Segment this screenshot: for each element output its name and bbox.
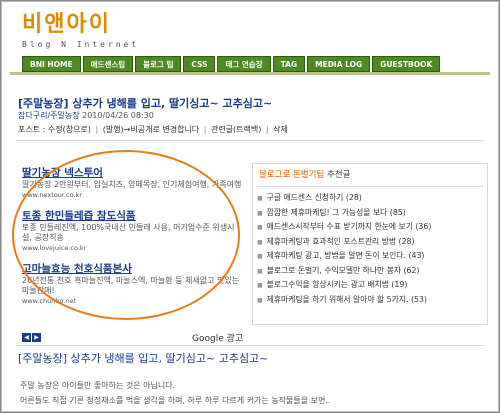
blog-header: 비앤아이 Blog N Internet: [22, 6, 139, 49]
nav-css[interactable]: CSS: [183, 56, 216, 72]
ad-item[interactable]: 딸기농장 넥스투어 딸기농장 2만원부터, 입실치즈, 양떼목장, 인기체험여행…: [22, 165, 242, 199]
separator: |: [265, 125, 269, 134]
list-item[interactable]: ■ 제휴마케팅 광고, 방법을 알면 돈이 보인다. (43): [257, 249, 483, 264]
bullet-icon: ■: [257, 296, 263, 304]
ad-pager: ◀ ▶: [22, 333, 41, 342]
recommended-title-suffix: 추천글: [326, 170, 351, 180]
recommended-title: 블로그로 돈벌기팁 추천글: [259, 168, 483, 180]
list-item[interactable]: ■ 블로그수익을 향상시키는 광고 배치법 (19): [257, 278, 483, 293]
main-nav: BNI HOME 애드센스팁 블로그 팁 CSS 태그 연습장 TAG MEDI…: [22, 56, 441, 72]
nav-tag-practice[interactable]: 태그 연습장: [217, 56, 271, 72]
separator: |: [203, 125, 207, 134]
google-ads: 딸기농장 넥스투어 딸기농장 2만원부터, 입실치즈, 양떼목장, 인기체험여행…: [22, 165, 242, 314]
bullet-icon: ■: [257, 253, 263, 260]
divider: [257, 186, 483, 187]
post-operations: 포스트 : 수정(창으로) | (발행)→비공개로 변경합니다 | 관련글(트랙…: [18, 124, 288, 135]
blog-logo[interactable]: 비앤아이: [22, 6, 139, 38]
post-ops-label: 포스트 :: [18, 125, 46, 134]
list-item-count: (28): [345, 193, 362, 202]
nav-media-log[interactable]: MEDIA LOG: [307, 56, 371, 72]
list-item-count: (19): [391, 280, 408, 289]
nav-home[interactable]: BNI HOME: [22, 56, 81, 72]
nav-tag[interactable]: TAG: [272, 56, 306, 72]
nav-adsense-tips[interactable]: 애드센스팁: [82, 56, 134, 72]
visibility-change-link[interactable]: (발행)→비공개로 변경합니다: [103, 125, 199, 134]
list-item-link[interactable]: 블로그로 돈벌기, 수익모델만 하나만 봉자: [267, 266, 401, 275]
bullet-icon: ■: [257, 238, 263, 246]
post-date: 2010/04/26 08:30: [82, 111, 154, 120]
bullet-icon: ■: [257, 224, 263, 231]
edit-link[interactable]: 수정(창으로): [48, 125, 91, 134]
ad-description: 딸기농장 2만원부터, 입실치즈, 양떼목장, 인기체험여행, 가족여행: [22, 180, 242, 189]
ad-item[interactable]: 고마늘효능 천호식품본사 26년전통 천호 흑마늘진액, 마늘스엑, 마늘환 등…: [22, 261, 242, 305]
nav-guestbook[interactable]: GUESTBOOK: [372, 56, 441, 72]
ad-url[interactable]: www.lovejuice.co.kr: [22, 244, 242, 252]
list-item-count: (43): [408, 251, 425, 260]
ad-item[interactable]: 토종 한민들레즙 참도식품 토종 민들레진액, 100%국내산 민들레 사용, …: [22, 208, 242, 252]
list-item-count: (36): [415, 222, 432, 231]
nav-blog-tips[interactable]: 블로그 팁: [135, 56, 182, 72]
ad-url[interactable]: www.nextour.co.kr: [22, 191, 242, 199]
post-body-title: [주말농장] 상추가 냉해를 입고, 딸기심고~ 고추심고~: [18, 352, 269, 365]
list-item-link[interactable]: 제휴마케팅과 효과적인 포스트관리 방법: [267, 237, 396, 246]
list-item-link[interactable]: 제휴마케팅 광고, 방법을 알면 돈이 보인다.: [267, 251, 406, 260]
chevron-right-icon[interactable]: ▶: [32, 333, 41, 342]
post-meta: 잡다구리/주말농장 2010/04/26 08:30: [18, 110, 154, 121]
list-item-link[interactable]: 제휴마케팅을 하기 위해서 알아야 할 5가지.: [267, 295, 409, 304]
separator: |: [95, 125, 99, 134]
bullet-icon: ■: [257, 282, 263, 289]
list-item-link[interactable]: 깜깜한 제휴마케팅! 그 가능성을 보다: [267, 208, 388, 217]
list-item-count: (62): [403, 265, 420, 275]
list-item[interactable]: ■ 애드센스시작부터 수표 받기까지 한눈에 보기 (36): [257, 220, 483, 235]
ad-description: 토종 민들레진액, 100%국내산 민들레 사용, 머기업수준 위생시설, 공장…: [22, 223, 235, 242]
list-item[interactable]: ■ 깜깜한 제휴마케팅! 그 가능성을 보다 (85): [257, 206, 483, 221]
list-item[interactable]: ■ 제휴마케팅과 효과적인 포스트관리 방법 (28): [257, 235, 483, 250]
post-title[interactable]: [주말농장] 상추가 냉해를 입고, 딸기싱고~ 고추심고~: [18, 95, 272, 111]
list-item[interactable]: ■ 블로그로 돈벌기, 수익모델만 하나만 봉자 (62): [257, 264, 483, 279]
recommended-list: ■ 구글 애드센스 신청하기 (28) ■ 깜깜한 제휴마케팅! 그 가능성을 보다…: [257, 191, 483, 307]
ad-description: 26년전통 천호 흑마늘진액, 마늘스엑, 마늘환 등 체새없고 맛있는 마늘판…: [22, 276, 240, 295]
bullet-icon: ■: [257, 195, 263, 202]
ad-title[interactable]: 토종 한민들레즙 참도식품: [22, 208, 242, 223]
ad-url[interactable]: www.chunho.net: [22, 297, 242, 305]
nav-divider: [10, 72, 490, 75]
chevron-left-icon[interactable]: ◀: [22, 333, 31, 342]
bullet-icon: ■: [257, 209, 263, 217]
post-body-line: 어른들도 직접 기른 청정채소를 먹을 생각을 하며, 하루 하루 다르게 커가…: [20, 396, 331, 405]
delete-link[interactable]: 삭제: [273, 125, 288, 134]
list-item-count: (53): [410, 294, 427, 304]
list-item-count: (28): [398, 236, 415, 246]
list-item-count: (85): [389, 207, 406, 217]
list-item-link[interactable]: 애드센스시작부터 수표 받기까지 한눈에 보기: [267, 222, 413, 231]
recommended-title-highlight[interactable]: 블로그로 돈벌기팁: [259, 170, 324, 180]
blog-tagline: Blog N Internet: [22, 40, 140, 49]
post-body-line: 주말 농장은 아이들만 좋아하는 것은 아닙니다.: [20, 381, 176, 390]
ad-title[interactable]: 딸기농장 넥스투어: [22, 165, 242, 180]
divider: [16, 345, 484, 346]
google-ads-label[interactable]: Google 광고: [192, 331, 243, 344]
list-item-link[interactable]: 구글 애드센스 신청하기: [267, 193, 344, 202]
post-category[interactable]: 잡다구리/주말농장: [18, 111, 80, 120]
recommended-posts-box: 블로그로 돈벌기팁 추천글 ■ 구글 애드센스 신청하기 (28) ■ 깜깜한 제휴…: [252, 163, 488, 325]
ad-title[interactable]: 고마늘효능 천호식품본사: [22, 261, 242, 276]
list-item-link[interactable]: 블로그수익을 향상시키는 광고 배치법: [267, 280, 389, 289]
list-item[interactable]: ■ 구글 애드센스 신청하기 (28): [257, 191, 483, 206]
trackback-link[interactable]: 관련글(트랙백): [211, 125, 261, 134]
divider: [16, 140, 484, 141]
list-item[interactable]: ■ 제휴마케팅을 하기 위해서 알아야 할 5가지. (53): [257, 293, 483, 308]
bullet-icon: ■: [257, 267, 263, 275]
